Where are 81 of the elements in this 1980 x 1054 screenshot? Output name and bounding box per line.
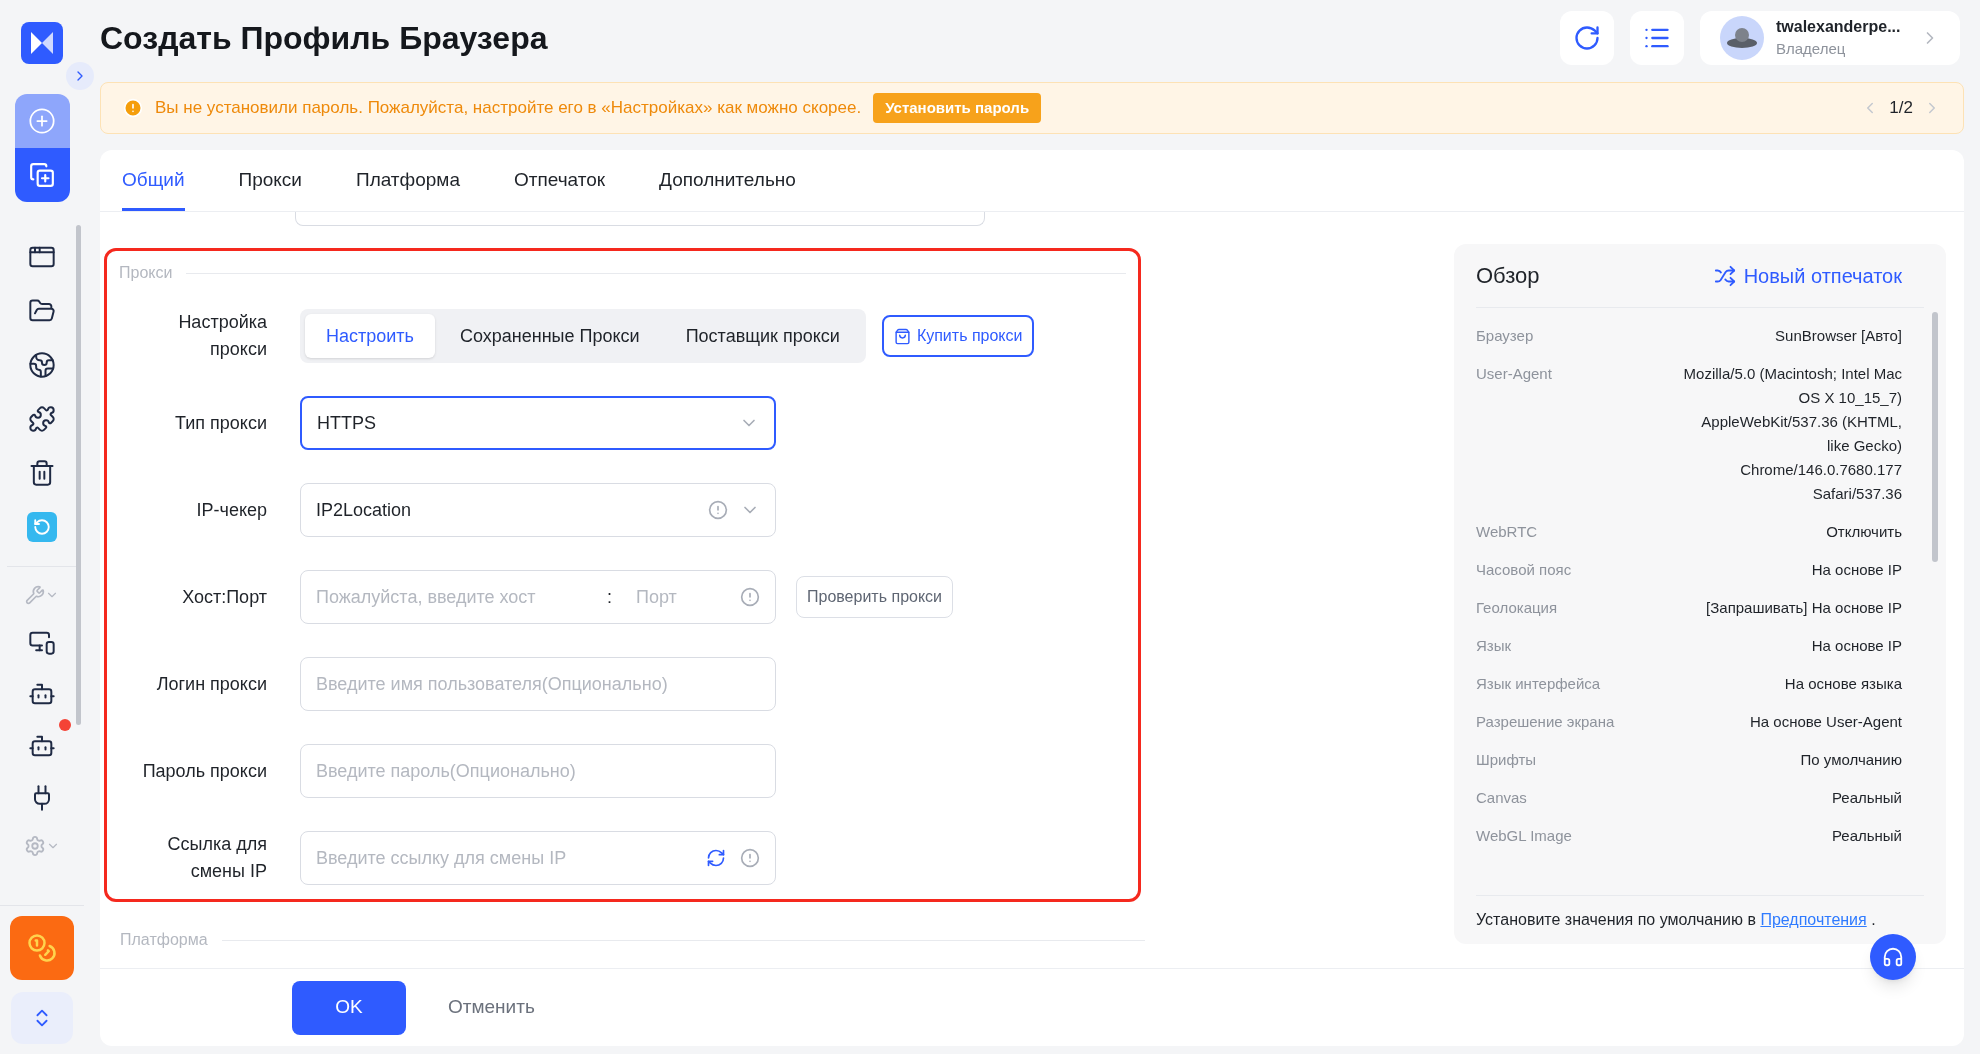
property-value: На основе User-Agent: [1750, 712, 1902, 732]
sync-icon: [1573, 24, 1601, 52]
field-label: Тип прокси: [175, 411, 267, 435]
property-label: Геолокация: [1476, 598, 1558, 618]
select-value: IP2Location: [316, 498, 413, 522]
property-value: Отключить: [1826, 522, 1902, 542]
headset-icon: [1882, 946, 1904, 968]
segment-tab[interactable]: Настроить: [305, 314, 435, 358]
segment-tab[interactable]: Сохраненные Прокси: [438, 314, 661, 358]
cancel-button[interactable]: Отменить: [438, 980, 545, 1035]
shuffle-icon: [1713, 264, 1736, 287]
segment-tab[interactable]: Поставщик прокси: [664, 314, 861, 358]
copy-add-icon[interactable]: [14, 148, 70, 202]
field-label: Настройка прокси: [177, 311, 267, 361]
logo-icon[interactable]: [21, 22, 63, 64]
field-label: Логин прокси: [156, 672, 267, 696]
property-label: Разрешение экрана: [1476, 712, 1615, 732]
input-field[interactable]: Введите пароль(Опционально): [300, 744, 776, 798]
preferences-note: Установите значения по умолчанию в Предпочтения .: [1476, 911, 1876, 928]
port-input[interactable]: Порт: [636, 583, 726, 611]
sync-button[interactable]: [1560, 11, 1614, 65]
property-label: Язык интерфейса: [1476, 674, 1601, 694]
support-button[interactable]: [1870, 934, 1916, 980]
tab[interactable]: Платформа: [355, 165, 460, 211]
property-value: SunBrowser [Авто]: [1775, 326, 1902, 346]
link-field[interactable]: Введите ссылку для смены IP: [300, 831, 776, 885]
property-value: На основе языка: [1784, 674, 1902, 694]
list-button[interactable]: [1630, 11, 1684, 65]
section-title: Прокси: [119, 263, 173, 283]
field-label: IP-чекер: [196, 498, 267, 522]
puzzle-icon[interactable]: [27, 404, 57, 434]
property-value: На основе IP: [1811, 636, 1902, 656]
bag-icon: [893, 327, 911, 345]
property-label: User-Agent: [1476, 364, 1552, 384]
user-role: Владелец: [1776, 39, 1847, 59]
tab[interactable]: Общий: [122, 165, 185, 211]
host-port-field[interactable]: Пожалуйста, введите хост : Порт: [300, 570, 776, 624]
globe-icon[interactable]: [27, 350, 57, 380]
page-title: Создать Профиль Браузера: [100, 19, 548, 58]
panel-title: Обзор: [1476, 262, 1540, 290]
property-label: Язык: [1476, 636, 1512, 656]
property-label: Шрифты: [1476, 750, 1537, 770]
property-label: WebGL Image: [1476, 826, 1572, 846]
preferences-link[interactable]: Предпочтения: [1760, 911, 1867, 928]
property-label: Браузер: [1476, 326, 1534, 346]
property-value: По умолчанию: [1800, 750, 1902, 770]
new-fingerprint-button[interactable]: Новый отпечаток: [1713, 260, 1902, 291]
input-field[interactable]: [295, 212, 985, 226]
property-value: [Запрашивать] На основе IP: [1706, 598, 1902, 618]
host-input[interactable]: Пожалуйста, введите хост: [316, 583, 601, 611]
tab[interactable]: Дополнительно: [659, 165, 796, 211]
property-label: Canvas: [1476, 788, 1527, 808]
link-input[interactable]: Введите ссылку для смены IP: [316, 844, 706, 872]
coin-button[interactable]: [10, 916, 74, 980]
section-title: Платформа: [120, 930, 208, 950]
user-card[interactable]: twalexanderpe... Владелец: [1700, 11, 1960, 65]
property-value: Реальный: [1831, 826, 1902, 846]
warning-icon: [123, 98, 143, 118]
user-name: twalexanderpe...: [1776, 17, 1902, 37]
buy-proxy-button[interactable]: Купить прокси: [881, 315, 1035, 357]
property-value: Реальный: [1831, 788, 1902, 808]
select-value: HTTPS: [317, 411, 377, 435]
field-label: Хост:Порт: [182, 585, 267, 609]
property-value: Mozilla/5.0 (Macintosh; Intel Mac OS X 10_15_7) AppleWebKit/537.36 (KHTML, like Gecko) Chrome/146.0.7680.177 Safari/537.36: [1682, 364, 1902, 504]
tab[interactable]: Прокси: [238, 165, 302, 211]
field-label: Пароль прокси: [142, 759, 267, 783]
ok-button[interactable]: OK: [292, 980, 406, 1035]
refresh-icon[interactable]: [706, 848, 726, 868]
alert-text: Вы не установили пароль. Пожалуйста, настройте его в «Настройках» как можно скорее.: [155, 97, 862, 120]
pager-text: 1/2: [1889, 97, 1913, 120]
field-label: Ссылка для смены IP: [166, 833, 267, 883]
input-field[interactable]: Введите имя пользователя(Опционально): [300, 657, 776, 711]
coin-icon: [27, 933, 57, 963]
property-value: На основе IP: [1811, 560, 1902, 580]
property-label: Часовой пояс: [1476, 560, 1572, 580]
tab[interactable]: Отпечаток: [513, 165, 606, 211]
separator: :: [606, 585, 613, 609]
property-label: WebRTC: [1476, 522, 1538, 542]
check-proxy-button[interactable]: Проверить прокси: [796, 576, 954, 618]
select-field[interactable]: HTTPS: [300, 396, 776, 450]
avatar-icon: [1720, 16, 1764, 60]
